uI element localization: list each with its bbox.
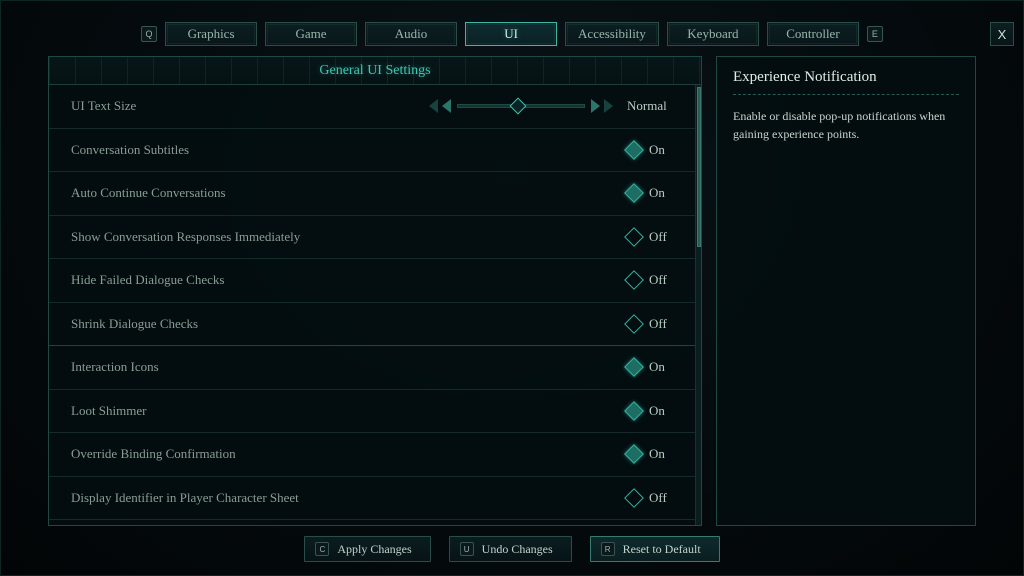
setting-row[interactable]: UI Text Size Normal xyxy=(49,85,695,129)
setting-value: Off xyxy=(627,316,673,332)
main-area: General UI Settings UI Text Size Normal Co… xyxy=(48,56,976,526)
setting-value: Normal xyxy=(627,98,673,114)
setting-row[interactable]: Show Conversation Responses Immediately O… xyxy=(49,216,695,260)
toggle-diamond-icon[interactable] xyxy=(624,140,644,160)
setting-value-text: On xyxy=(649,142,665,158)
setting-label: Interaction Icons xyxy=(71,359,627,375)
settings-panel: General UI Settings UI Text Size Normal Co… xyxy=(48,56,702,526)
tab-game[interactable]: Game xyxy=(265,22,357,46)
reset-keyhint: R xyxy=(601,542,615,556)
undo-changes-button[interactable]: U Undo Changes xyxy=(449,536,572,562)
setting-value-text: On xyxy=(649,403,665,419)
setting-value: On xyxy=(627,185,673,201)
tab-accessibility[interactable]: Accessibility xyxy=(565,22,659,46)
apply-changes-button[interactable]: C Apply Changes xyxy=(304,536,430,562)
bottom-bar: C Apply Changes U Undo Changes R Reset t… xyxy=(0,536,1024,562)
toggle-diamond-icon[interactable] xyxy=(624,488,644,508)
setting-label: Override Binding Confirmation xyxy=(71,446,627,462)
setting-value-text: Off xyxy=(649,272,667,288)
toggle-diamond-icon[interactable] xyxy=(624,444,644,464)
next-tab-keyhint: E xyxy=(867,26,883,42)
toggle-diamond-icon[interactable] xyxy=(624,183,644,203)
undo-label: Undo Changes xyxy=(482,542,553,557)
setting-row[interactable]: Conversation Subtitles On xyxy=(49,129,695,173)
setting-row[interactable]: Shrink Dialogue Checks Off xyxy=(49,303,695,347)
info-panel: Experience Notification Enable or disabl… xyxy=(716,56,976,526)
setting-row[interactable]: Display Identifier in Player Character S… xyxy=(49,477,695,521)
toggle-diamond-icon[interactable] xyxy=(624,314,644,334)
chevron-left-icon[interactable] xyxy=(429,99,438,113)
setting-value: Off xyxy=(627,229,673,245)
tab-bar: Q Graphics Game Audio UI Accessibility Keyboa… xyxy=(0,22,1024,46)
setting-value: Off xyxy=(627,272,673,288)
settings-group-title: General UI Settings xyxy=(49,57,701,85)
setting-row[interactable]: Loot Shimmer On xyxy=(49,390,695,434)
setting-value-text: On xyxy=(649,359,665,375)
info-body: Enable or disable pop-up notifications w… xyxy=(733,107,959,143)
apply-label: Apply Changes xyxy=(337,542,411,557)
tab-controller[interactable]: Controller xyxy=(767,22,859,46)
tab-ui[interactable]: UI xyxy=(465,22,557,46)
setting-row[interactable]: Auto Continue Conversations On xyxy=(49,172,695,216)
setting-label: Show Conversation Responses Immediately xyxy=(71,229,627,245)
slider-handle[interactable] xyxy=(510,98,527,115)
slider-control[interactable] xyxy=(429,99,613,113)
chevron-right-icon[interactable] xyxy=(604,99,613,113)
setting-row[interactable]: Interaction Icons On xyxy=(49,346,695,390)
prev-tab-keyhint: Q xyxy=(141,26,157,42)
settings-list: UI Text Size Normal Conversation Subtitles… xyxy=(49,85,695,525)
setting-value-text: Off xyxy=(649,316,667,332)
chevron-left-icon[interactable] xyxy=(442,99,451,113)
chevron-right-icon[interactable] xyxy=(591,99,600,113)
setting-value-text: Off xyxy=(649,490,667,506)
undo-keyhint: U xyxy=(460,542,474,556)
setting-value-text: On xyxy=(649,446,665,462)
scrollbar[interactable] xyxy=(695,85,701,525)
setting-label: Display Identifier in Player Character S… xyxy=(71,490,627,506)
setting-label: Shrink Dialogue Checks xyxy=(71,316,627,332)
scrollbar-thumb[interactable] xyxy=(697,87,701,247)
toggle-diamond-icon[interactable] xyxy=(624,401,644,421)
setting-value: On xyxy=(627,403,673,419)
setting-value: On xyxy=(627,446,673,462)
close-button[interactable]: X xyxy=(990,22,1014,46)
setting-value: On xyxy=(627,142,673,158)
setting-label: Conversation Subtitles xyxy=(71,142,627,158)
setting-value: On xyxy=(627,359,673,375)
toggle-diamond-icon[interactable] xyxy=(624,270,644,290)
setting-value: Off xyxy=(627,490,673,506)
setting-label: Hide Failed Dialogue Checks xyxy=(71,272,627,288)
reset-label: Reset to Default xyxy=(623,542,701,557)
toggle-diamond-icon[interactable] xyxy=(624,227,644,247)
slider-track[interactable] xyxy=(457,104,585,108)
reset-default-button[interactable]: R Reset to Default xyxy=(590,536,720,562)
info-title: Experience Notification xyxy=(733,69,959,95)
setting-row[interactable]: Override Binding Confirmation On xyxy=(49,433,695,477)
setting-value-text: On xyxy=(649,185,665,201)
setting-label: Auto Continue Conversations xyxy=(71,185,627,201)
tab-graphics[interactable]: Graphics xyxy=(165,22,257,46)
apply-keyhint: C xyxy=(315,542,329,556)
setting-row[interactable]: Hide Failed Dialogue Checks Off xyxy=(49,259,695,303)
setting-label: Loot Shimmer xyxy=(71,403,627,419)
setting-label: UI Text Size xyxy=(71,98,429,114)
toggle-diamond-icon[interactable] xyxy=(624,357,644,377)
tab-keyboard[interactable]: Keyboard xyxy=(667,22,759,46)
tab-audio[interactable]: Audio xyxy=(365,22,457,46)
setting-value-text: Off xyxy=(649,229,667,245)
